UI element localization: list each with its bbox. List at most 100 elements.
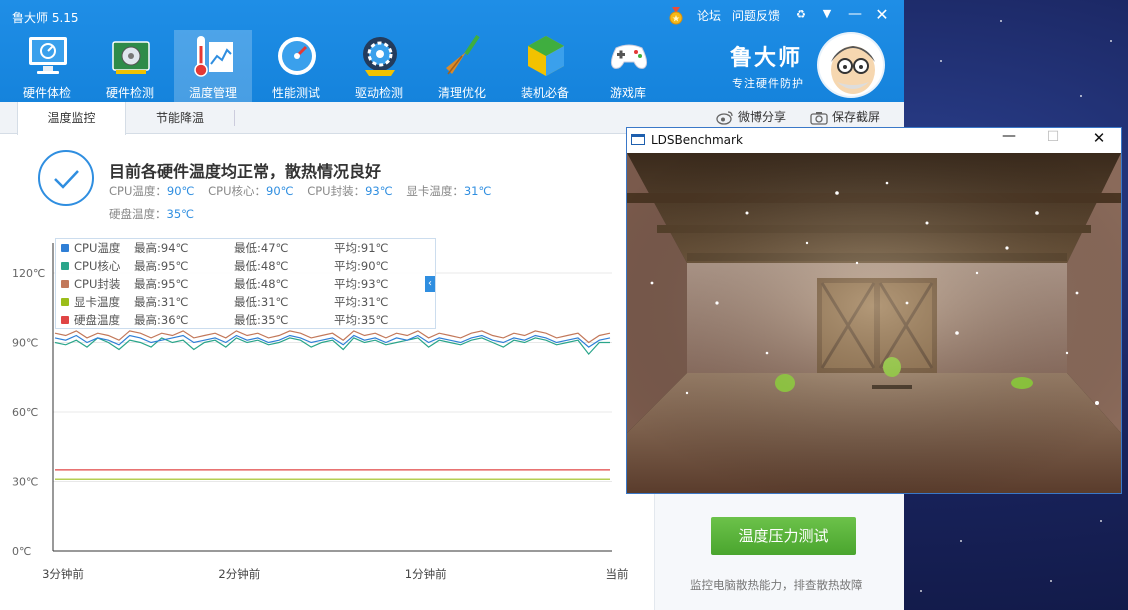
monitor-icon: [29, 37, 67, 74]
nav-label: 性能测试: [271, 86, 320, 100]
box-icon: [528, 36, 564, 76]
nav-label: 温度管理: [188, 86, 237, 100]
legend-max: 最高:95℃: [134, 277, 189, 291]
skin-icon[interactable]: ♻: [791, 8, 811, 21]
save-screenshot-button[interactable]: 保存截屏: [810, 108, 880, 125]
legend-row-cpu-temp: CPU温度 最高:94℃ 最低:47℃ 平均:91℃: [56, 239, 435, 257]
legend-min: 最低:47℃: [234, 241, 289, 255]
x-tick-label: 1分钟前: [405, 567, 447, 581]
nav-hardware-checkup[interactable]: 硬件体检: [8, 30, 86, 102]
legend-swatch: [61, 244, 69, 252]
bench-close-button[interactable]: ✕: [1089, 129, 1109, 147]
nav-hardware-detect[interactable]: 硬件检测: [91, 30, 169, 102]
legend-max: 最高:36℃: [134, 313, 189, 327]
nav-temperature[interactable]: 温度管理: [174, 30, 252, 102]
forum-link[interactable]: 论坛: [697, 7, 721, 24]
feedback-link[interactable]: 问题反馈: [732, 7, 780, 24]
close-button[interactable]: ✕: [872, 5, 892, 24]
bench-maximize-button[interactable]: ☐: [1043, 129, 1063, 145]
legend-max: 最高:95℃: [134, 259, 189, 273]
cpu-temp-value: 90℃: [166, 184, 195, 198]
brand-name: 鲁大师: [730, 46, 803, 71]
benchmark-3d-scene: [627, 153, 1121, 493]
y-tick-label: 0℃: [12, 545, 31, 558]
tab-divider: [234, 110, 235, 126]
status-title: 目前各硬件温度均正常，散热情况良好: [109, 162, 382, 181]
y-tick-label: 60℃: [12, 406, 38, 419]
nav-label: 驱动检测: [354, 86, 403, 100]
series-line-1: [54, 337, 610, 356]
x-tick-label: 3分钟前: [42, 567, 84, 581]
legend-name: 显卡温度: [74, 295, 120, 309]
cpu-package-label: CPU封装：: [307, 184, 366, 198]
window-app-icon: [631, 134, 645, 145]
cpu-core-label: CPU核心：: [208, 184, 266, 198]
legend-name: CPU温度: [74, 241, 121, 255]
cpu-package-value: 93℃: [365, 184, 393, 198]
status-ok-icon: [38, 150, 94, 206]
save-screenshot-label: 保存截屏: [832, 110, 881, 124]
weibo-share-label: 微博分享: [738, 110, 787, 124]
minimize-button[interactable]: —: [845, 6, 865, 22]
gpu-temp-label: 显卡温度：: [406, 184, 464, 198]
title-bar: 鲁大师 5.15 论坛 问题反馈 ♻ ▼ — ✕ 硬件体检 硬件检测 温度管理 …: [0, 0, 904, 102]
benchmark-title-bar: LDSBenchmark — ☐ ✕: [627, 128, 1121, 153]
chart-legend: CPU温度 最高:94℃ 最低:47℃ 平均:91℃ CPU核心 最高:95℃ …: [55, 238, 436, 329]
legend-swatch: [61, 298, 69, 306]
camera-icon: [810, 111, 828, 125]
tab-temperature-monitor[interactable]: 温度监控: [17, 102, 126, 135]
brand-slogan: 专注硬件防护: [732, 77, 804, 90]
temp-summary-row-2: 硬盘温度：35℃: [109, 206, 194, 222]
legend-min: 最低:35℃: [234, 313, 289, 327]
legend-row-disk-temp: 硬盘温度 最高:36℃ 最低:35℃ 平均:35℃: [56, 311, 435, 329]
nav-label: 装机必备: [520, 86, 569, 100]
cpu-temp-label: CPU温度：: [109, 184, 167, 198]
legend-max: 最高:31℃: [134, 295, 189, 309]
gamepad-icon: [610, 44, 648, 69]
legend-collapse-icon[interactable]: ‹: [425, 276, 435, 292]
tab-energy-saving[interactable]: 节能降温: [126, 102, 234, 135]
legend-row-cpu-package: CPU封装 最高:95℃ 最低:48℃ 平均:93℃: [56, 275, 435, 293]
legend-avg: 平均:93℃: [334, 277, 389, 291]
menu-dropdown-icon[interactable]: ▼: [817, 7, 837, 20]
nav-driver[interactable]: 驱动检测: [340, 30, 418, 102]
bench-minimize-button[interactable]: —: [999, 128, 1019, 144]
gear-icon: [363, 37, 397, 76]
temp-summary-row: CPU温度：90℃ CPU核心：90℃ CPU封装：93℃ 显卡温度：31℃: [109, 183, 491, 199]
nav-label: 硬件检测: [105, 86, 154, 100]
speedometer-icon: [278, 37, 316, 75]
nav-games[interactable]: 游戏库: [589, 30, 667, 102]
thermometer-icon: [194, 36, 233, 77]
legend-avg: 平均:31℃: [334, 295, 389, 309]
legend-avg: 平均:91℃: [334, 241, 389, 255]
x-tick-label: 当前: [606, 567, 629, 581]
gpu-temp-value: 31℃: [463, 184, 492, 198]
nav-label: 游戏库: [609, 86, 646, 100]
legend-swatch: [61, 316, 69, 324]
broom-icon: [446, 34, 480, 75]
y-tick-label: 120℃: [12, 267, 45, 280]
nav-cleanup[interactable]: 清理优化: [423, 30, 501, 102]
y-tick-label: 90℃: [12, 337, 38, 350]
nav-label: 清理优化: [437, 86, 486, 100]
circuit-board-icon: [112, 41, 150, 74]
legend-min: 最低:48℃: [234, 277, 289, 291]
nav-essentials[interactable]: 装机必备: [506, 30, 584, 102]
legend-swatch: [61, 280, 69, 288]
legend-max: 最高:94℃: [134, 241, 189, 255]
legend-name: CPU封装: [74, 277, 121, 291]
legend-row-cpu-core: CPU核心 最高:95℃ 最低:48℃ 平均:90℃: [56, 257, 435, 275]
cpu-core-value: 90℃: [266, 184, 294, 198]
avatar[interactable]: [817, 32, 885, 98]
stress-test-desc: 监控电脑散热能力，排查散热故障: [690, 578, 863, 592]
nav-performance[interactable]: 性能测试: [257, 30, 335, 102]
legend-min: 最低:31℃: [234, 295, 289, 309]
legend-name: 硬盘温度: [74, 313, 120, 327]
y-tick-label: 30℃: [12, 476, 38, 489]
disk-temp-value: 35℃: [166, 207, 195, 221]
x-tick-label: 2分钟前: [218, 567, 260, 581]
medal-icon[interactable]: [668, 7, 684, 25]
benchmark-title: LDSBenchmark: [651, 133, 743, 147]
weibo-share-button[interactable]: 微博分享: [716, 108, 786, 125]
stress-test-button[interactable]: 温度压力测试: [711, 517, 856, 555]
